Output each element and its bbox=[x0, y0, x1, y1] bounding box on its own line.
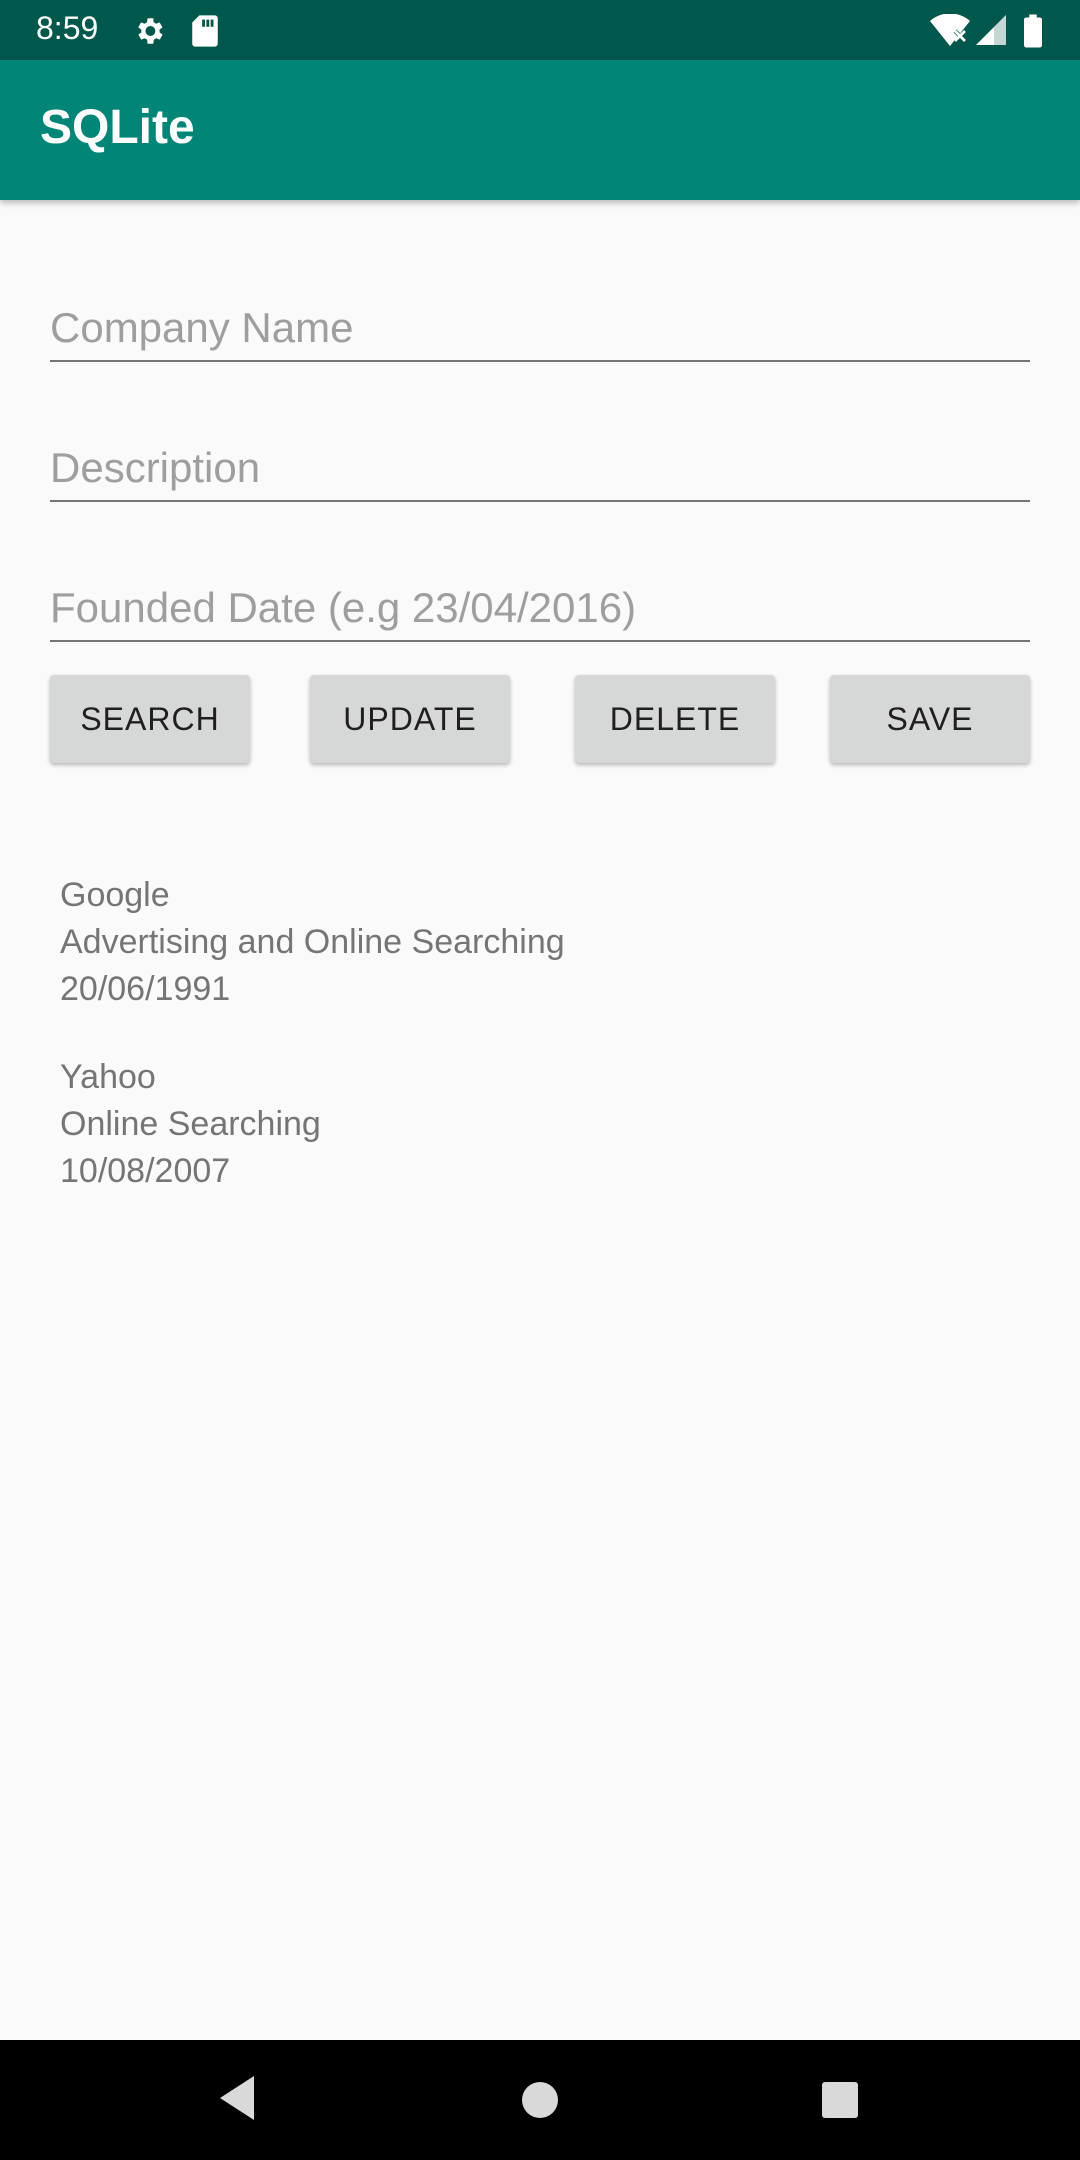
status-time: 8:59 bbox=[36, 10, 99, 46]
signal-icon bbox=[976, 14, 1006, 51]
list-item[interactable]: Yahoo Online Searching 10/08/2007 bbox=[60, 1054, 565, 1195]
company-name-text: Google bbox=[60, 876, 170, 914]
recents-icon[interactable] bbox=[820, 2080, 860, 2125]
settings-icon bbox=[132, 14, 166, 53]
app-bar: SQLite bbox=[0, 60, 1080, 200]
founded-date-input[interactable] bbox=[50, 584, 1030, 632]
app-title: SQLite bbox=[40, 101, 195, 154]
description-input[interactable] bbox=[50, 444, 1030, 492]
description-field bbox=[50, 420, 1030, 502]
founded-date-field bbox=[50, 560, 1030, 642]
company-description-text: Advertising and Online Searching bbox=[60, 923, 565, 961]
company-name-text: Yahoo bbox=[60, 1058, 156, 1096]
company-date-text: 20/06/1991 bbox=[60, 970, 231, 1008]
company-name-input[interactable] bbox=[50, 304, 1030, 352]
company-description-text: Online Searching bbox=[60, 1105, 321, 1143]
list-item[interactable]: Google Advertising and Online Searching … bbox=[60, 872, 565, 1013]
save-button[interactable]: SAVE bbox=[830, 675, 1030, 763]
update-button[interactable]: UPDATE bbox=[310, 675, 510, 763]
result-list: Google Advertising and Online Searching … bbox=[60, 872, 565, 1236]
delete-button[interactable]: DELETE bbox=[575, 675, 775, 763]
home-icon[interactable] bbox=[518, 2078, 562, 2127]
status-bar: 8:59 bbox=[0, 0, 1080, 60]
search-button[interactable]: SEARCH bbox=[50, 675, 250, 763]
wifi-icon bbox=[930, 13, 970, 53]
company-date-text: 10/08/2007 bbox=[60, 1152, 231, 1190]
navigation-bar bbox=[0, 2040, 1080, 2160]
back-icon[interactable] bbox=[214, 2072, 260, 2129]
company-name-field bbox=[50, 280, 1030, 362]
battery-icon bbox=[1024, 14, 1042, 53]
sd-card-icon bbox=[190, 14, 220, 53]
